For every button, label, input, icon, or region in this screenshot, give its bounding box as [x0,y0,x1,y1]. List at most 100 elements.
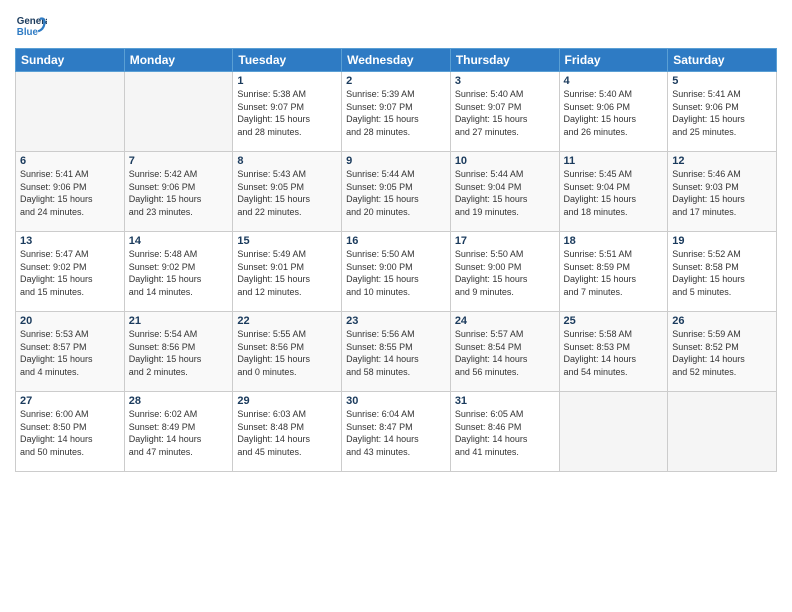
day-number: 19 [672,235,772,247]
calendar-day-cell: 9Sunrise: 5:44 AM Sunset: 9:05 PM Daylig… [342,152,451,232]
calendar-day-cell: 1Sunrise: 5:38 AM Sunset: 9:07 PM Daylig… [233,72,342,152]
day-number: 30 [346,395,446,407]
calendar-week-row: 20Sunrise: 5:53 AM Sunset: 8:57 PM Dayli… [16,312,777,392]
calendar-day-cell: 25Sunrise: 5:58 AM Sunset: 8:53 PM Dayli… [559,312,668,392]
calendar-day-cell: 22Sunrise: 5:55 AM Sunset: 8:56 PM Dayli… [233,312,342,392]
day-number: 9 [346,155,446,167]
day-number: 12 [672,155,772,167]
calendar-day-cell: 24Sunrise: 5:57 AM Sunset: 8:54 PM Dayli… [450,312,559,392]
day-number: 21 [129,315,229,327]
logo: General Blue [15,10,47,42]
day-number: 8 [237,155,337,167]
day-info: Sunrise: 5:40 AM Sunset: 9:06 PM Dayligh… [564,88,664,138]
day-info: Sunrise: 5:45 AM Sunset: 9:04 PM Dayligh… [564,168,664,218]
day-number: 26 [672,315,772,327]
day-number: 6 [20,155,120,167]
day-number: 1 [237,75,337,87]
calendar-day-cell [559,392,668,472]
calendar-week-row: 27Sunrise: 6:00 AM Sunset: 8:50 PM Dayli… [16,392,777,472]
day-info: Sunrise: 5:50 AM Sunset: 9:00 PM Dayligh… [455,248,555,298]
day-number: 7 [129,155,229,167]
day-number: 3 [455,75,555,87]
calendar-day-cell: 10Sunrise: 5:44 AM Sunset: 9:04 PM Dayli… [450,152,559,232]
day-number: 15 [237,235,337,247]
svg-text:Blue: Blue [17,27,39,38]
day-number: 5 [672,75,772,87]
logo-icon: General Blue [15,10,47,42]
day-info: Sunrise: 5:49 AM Sunset: 9:01 PM Dayligh… [237,248,337,298]
calendar-day-cell [124,72,233,152]
day-info: Sunrise: 5:46 AM Sunset: 9:03 PM Dayligh… [672,168,772,218]
calendar-day-cell: 4Sunrise: 5:40 AM Sunset: 9:06 PM Daylig… [559,72,668,152]
calendar-table: SundayMondayTuesdayWednesdayThursdayFrid… [15,48,777,472]
calendar-day-cell: 2Sunrise: 5:39 AM Sunset: 9:07 PM Daylig… [342,72,451,152]
calendar-week-row: 1Sunrise: 5:38 AM Sunset: 9:07 PM Daylig… [16,72,777,152]
calendar-day-cell: 27Sunrise: 6:00 AM Sunset: 8:50 PM Dayli… [16,392,125,472]
calendar-header-row: SundayMondayTuesdayWednesdayThursdayFrid… [16,49,777,72]
day-number: 23 [346,315,446,327]
day-info: Sunrise: 5:38 AM Sunset: 9:07 PM Dayligh… [237,88,337,138]
day-number: 14 [129,235,229,247]
day-info: Sunrise: 5:41 AM Sunset: 9:06 PM Dayligh… [20,168,120,218]
calendar-day-cell: 21Sunrise: 5:54 AM Sunset: 8:56 PM Dayli… [124,312,233,392]
calendar-day-cell: 7Sunrise: 5:42 AM Sunset: 9:06 PM Daylig… [124,152,233,232]
calendar-day-cell: 15Sunrise: 5:49 AM Sunset: 9:01 PM Dayli… [233,232,342,312]
day-info: Sunrise: 6:00 AM Sunset: 8:50 PM Dayligh… [20,408,120,458]
day-number: 16 [346,235,446,247]
calendar-day-cell: 26Sunrise: 5:59 AM Sunset: 8:52 PM Dayli… [668,312,777,392]
day-info: Sunrise: 5:59 AM Sunset: 8:52 PM Dayligh… [672,328,772,378]
calendar-day-header: Sunday [16,49,125,72]
day-info: Sunrise: 5:55 AM Sunset: 8:56 PM Dayligh… [237,328,337,378]
calendar-day-cell: 19Sunrise: 5:52 AM Sunset: 8:58 PM Dayli… [668,232,777,312]
calendar-day-cell: 14Sunrise: 5:48 AM Sunset: 9:02 PM Dayli… [124,232,233,312]
calendar-day-cell: 18Sunrise: 5:51 AM Sunset: 8:59 PM Dayli… [559,232,668,312]
day-info: Sunrise: 5:50 AM Sunset: 9:00 PM Dayligh… [346,248,446,298]
calendar-day-cell: 6Sunrise: 5:41 AM Sunset: 9:06 PM Daylig… [16,152,125,232]
calendar-day-cell: 12Sunrise: 5:46 AM Sunset: 9:03 PM Dayli… [668,152,777,232]
day-info: Sunrise: 5:39 AM Sunset: 9:07 PM Dayligh… [346,88,446,138]
day-info: Sunrise: 5:52 AM Sunset: 8:58 PM Dayligh… [672,248,772,298]
calendar-day-header: Saturday [668,49,777,72]
calendar-day-cell: 30Sunrise: 6:04 AM Sunset: 8:47 PM Dayli… [342,392,451,472]
day-info: Sunrise: 5:47 AM Sunset: 9:02 PM Dayligh… [20,248,120,298]
day-info: Sunrise: 5:40 AM Sunset: 9:07 PM Dayligh… [455,88,555,138]
calendar-day-cell: 29Sunrise: 6:03 AM Sunset: 8:48 PM Dayli… [233,392,342,472]
header: General Blue [15,10,777,42]
day-info: Sunrise: 5:54 AM Sunset: 8:56 PM Dayligh… [129,328,229,378]
day-info: Sunrise: 6:02 AM Sunset: 8:49 PM Dayligh… [129,408,229,458]
day-number: 28 [129,395,229,407]
calendar-day-cell: 28Sunrise: 6:02 AM Sunset: 8:49 PM Dayli… [124,392,233,472]
day-number: 20 [20,315,120,327]
day-number: 24 [455,315,555,327]
calendar-day-cell: 3Sunrise: 5:40 AM Sunset: 9:07 PM Daylig… [450,72,559,152]
day-number: 10 [455,155,555,167]
day-number: 2 [346,75,446,87]
day-number: 31 [455,395,555,407]
calendar-day-header: Wednesday [342,49,451,72]
calendar-day-header: Friday [559,49,668,72]
day-info: Sunrise: 5:58 AM Sunset: 8:53 PM Dayligh… [564,328,664,378]
calendar-day-cell [668,392,777,472]
day-info: Sunrise: 6:05 AM Sunset: 8:46 PM Dayligh… [455,408,555,458]
day-info: Sunrise: 5:57 AM Sunset: 8:54 PM Dayligh… [455,328,555,378]
day-number: 4 [564,75,664,87]
calendar-day-cell: 8Sunrise: 5:43 AM Sunset: 9:05 PM Daylig… [233,152,342,232]
calendar-day-header: Monday [124,49,233,72]
day-number: 17 [455,235,555,247]
day-info: Sunrise: 5:44 AM Sunset: 9:05 PM Dayligh… [346,168,446,218]
day-info: Sunrise: 6:03 AM Sunset: 8:48 PM Dayligh… [237,408,337,458]
calendar-day-cell: 13Sunrise: 5:47 AM Sunset: 9:02 PM Dayli… [16,232,125,312]
calendar-day-header: Tuesday [233,49,342,72]
day-number: 27 [20,395,120,407]
calendar-day-cell: 31Sunrise: 6:05 AM Sunset: 8:46 PM Dayli… [450,392,559,472]
day-info: Sunrise: 5:53 AM Sunset: 8:57 PM Dayligh… [20,328,120,378]
day-info: Sunrise: 5:48 AM Sunset: 9:02 PM Dayligh… [129,248,229,298]
day-info: Sunrise: 5:43 AM Sunset: 9:05 PM Dayligh… [237,168,337,218]
calendar-day-cell: 17Sunrise: 5:50 AM Sunset: 9:00 PM Dayli… [450,232,559,312]
day-number: 18 [564,235,664,247]
day-info: Sunrise: 5:56 AM Sunset: 8:55 PM Dayligh… [346,328,446,378]
day-number: 13 [20,235,120,247]
calendar-day-cell [16,72,125,152]
calendar-day-cell: 11Sunrise: 5:45 AM Sunset: 9:04 PM Dayli… [559,152,668,232]
day-number: 25 [564,315,664,327]
